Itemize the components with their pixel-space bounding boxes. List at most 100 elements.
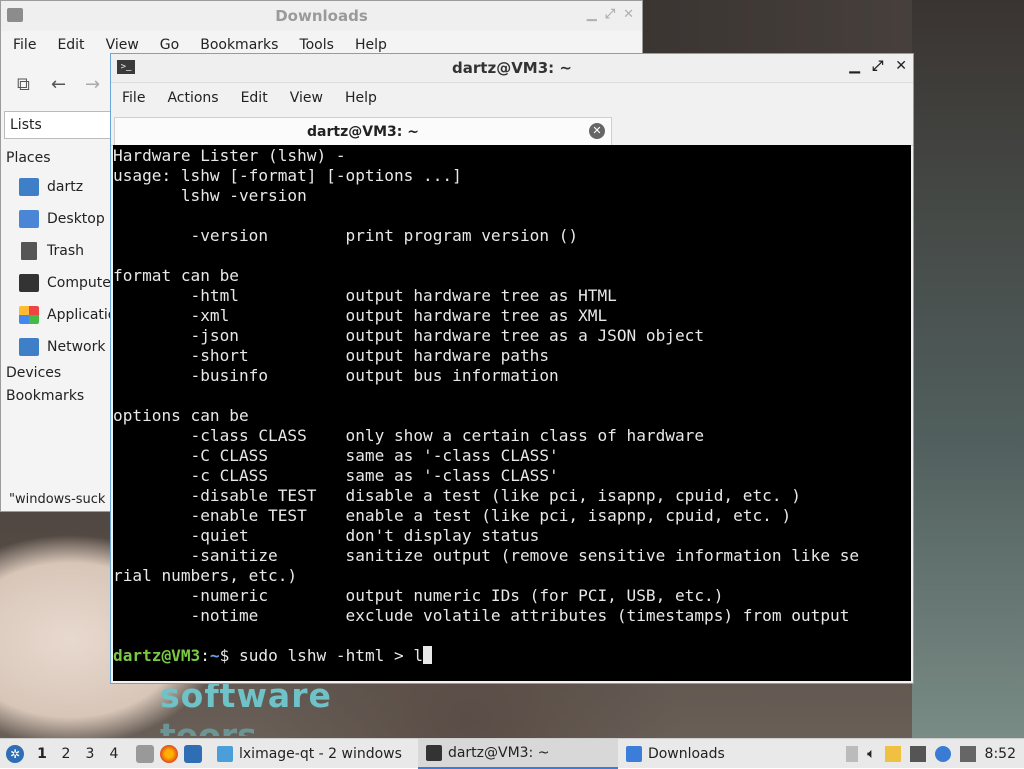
menu-bookmarks[interactable]: Bookmarks — [200, 37, 278, 53]
place-label: Trash — [47, 243, 84, 259]
task-label: Downloads — [647, 745, 725, 762]
prompt-path: ~ — [209, 646, 220, 665]
network-status-icon[interactable] — [909, 745, 926, 762]
terminal-output[interactable]: Hardware Lister (lshw) - usage: lshw [-fo… — [113, 145, 911, 681]
command-input[interactable]: sudo lshw -html > l — [239, 646, 423, 665]
terminal-window: >_ dartz@VM3: ~ ▁ ⤢ ✕ File Actions Edit … — [110, 53, 914, 684]
menu-view[interactable]: View — [290, 90, 323, 106]
menu-help[interactable]: Help — [345, 90, 377, 106]
terminal-output-line: Hardware Lister (lshw) - — [113, 146, 346, 165]
home-folder-icon — [19, 178, 39, 196]
menu-edit[interactable]: Edit — [241, 90, 268, 106]
terminal-output-line: -c CLASS same as '-class CLASS' — [113, 466, 559, 485]
maximize-icon[interactable]: ⤢ — [605, 7, 615, 22]
terminal-output-line: -notime exclude volatile attributes (tim… — [113, 606, 850, 625]
computer-icon — [19, 274, 39, 292]
terminal-output-line: -disable TEST disable a test (like pci, … — [113, 486, 801, 505]
bookmarks-section-label[interactable]: Bookmarks — [6, 388, 84, 404]
terminal-output-line: -version print program version () — [113, 226, 579, 245]
terminal-output-line: -short output hardware paths — [113, 346, 550, 365]
terminal-output-line: format can be — [113, 266, 239, 285]
workspace-1[interactable]: 1 — [30, 746, 54, 762]
folder-icon — [625, 745, 642, 762]
tab-label: dartz@VM3: ~ — [307, 123, 419, 140]
show-desktop-icon[interactable] — [184, 744, 202, 763]
terminal-icon: >_ — [117, 60, 135, 74]
devices-section-label[interactable]: Devices — [6, 365, 61, 381]
clock[interactable]: 8:52 — [985, 746, 1016, 762]
terminal-tab[interactable]: dartz@VM3: ~ ✕ — [114, 117, 612, 145]
task-downloads[interactable]: Downloads — [618, 739, 733, 769]
menu-go[interactable]: Go — [160, 37, 179, 53]
clipboard-icon[interactable] — [884, 745, 901, 762]
file-manager-launcher-icon[interactable] — [136, 744, 154, 763]
terminal-output-line: -html output hardware tree as HTML — [113, 286, 617, 305]
terminal-output-line: -C CLASS same as '-class CLASS' — [113, 446, 559, 465]
desktop-icon — [19, 210, 39, 228]
task-label: lximage-qt - 2 windows — [239, 745, 402, 762]
title-bar[interactable]: Downloads ▁ ⤢ ✕ — [1, 1, 642, 31]
task-terminal[interactable]: dartz@VM3: ~ — [417, 738, 618, 769]
place-item-network[interactable]: Network — [19, 338, 105, 356]
background-text: teors — [160, 716, 257, 736]
close-icon[interactable]: ✕ — [623, 7, 634, 22]
place-item-applications[interactable]: Applicatio — [19, 306, 116, 324]
system-tray: 🔈︎ 8:52 — [846, 745, 1024, 762]
terminal-output-line: -enable TEST enable a test (like pci, is… — [113, 506, 792, 525]
place-label: Network — [47, 339, 106, 355]
volume-icon[interactable]: 🔈︎ — [867, 746, 875, 762]
workspace-2[interactable]: 2 — [54, 746, 78, 762]
task-lximage[interactable]: lximage-qt - 2 windows — [209, 739, 410, 769]
terminal-output-line: rial numbers, etc.) — [113, 566, 298, 585]
menu-bar: File Actions Edit View Help — [111, 83, 913, 113]
minimize-icon[interactable]: ▁ — [587, 7, 597, 22]
workspace-4[interactable]: 4 — [102, 746, 126, 762]
terminal-output-line: usage: lshw [-format] [-options ...] — [113, 166, 462, 185]
tab-bar: dartz@VM3: ~ ✕ — [111, 113, 913, 146]
new-tab-icon[interactable]: ⧉ — [17, 74, 30, 95]
terminal-output-line: -xml output hardware tree as XML — [113, 306, 608, 325]
output-lines: Hardware Lister (lshw) - usage: lshw [-fo… — [113, 146, 911, 646]
workspace-3[interactable]: 3 — [78, 746, 102, 762]
terminal-output-line: -numeric output numeric IDs (for PCI, US… — [113, 586, 724, 605]
firefox-icon[interactable] — [160, 744, 178, 763]
place-item-desktop[interactable]: Desktop — [19, 210, 105, 228]
prompt-user: dartz@VM3 — [113, 646, 201, 665]
place-item-computer[interactable]: Compute — [19, 274, 111, 292]
updates-icon[interactable] — [934, 745, 951, 762]
terminal-output-line: lshw -version — [113, 186, 307, 205]
side-pane-mode-selector[interactable]: Lists — [4, 111, 112, 139]
notification-icon[interactable] — [846, 745, 859, 762]
prompt-separator: : — [200, 646, 210, 665]
menu-help[interactable]: Help — [355, 37, 387, 53]
display-icon[interactable] — [959, 745, 976, 762]
task-label: dartz@VM3: ~ — [447, 744, 550, 761]
place-label: Desktop — [47, 211, 105, 227]
terminal-output-line: -sanitize sanitize output (remove sensit… — [113, 546, 860, 565]
menu-file[interactable]: File — [13, 37, 36, 53]
trash-icon — [21, 242, 37, 260]
main-menu-button[interactable]: ✲ — [0, 739, 30, 769]
minimize-icon[interactable]: ▁ — [849, 58, 860, 74]
place-item-trash[interactable]: Trash — [19, 242, 84, 260]
title-bar[interactable]: >_ dartz@VM3: ~ ▁ ⤢ ✕ — [111, 54, 913, 83]
applications-icon — [19, 306, 39, 324]
menu-view[interactable]: View — [106, 37, 139, 53]
forward-arrow-icon[interactable]: → — [85, 74, 100, 95]
menu-file[interactable]: File — [122, 90, 145, 106]
back-arrow-icon[interactable]: ← — [51, 74, 66, 95]
close-icon[interactable]: ✕ — [895, 58, 907, 74]
menu-tools[interactable]: Tools — [299, 37, 334, 53]
terminal-output-line: -businfo output bus information — [113, 366, 559, 385]
prompt-line: dartz@VM3:~$ sudo lshw -html > l — [113, 646, 911, 666]
close-tab-icon[interactable]: ✕ — [589, 123, 605, 139]
place-label: dartz — [47, 179, 84, 195]
terminal-output-line: -class CLASS only show a certain class o… — [113, 426, 705, 445]
terminal-output-line: -json output hardware tree as a JSON obj… — [113, 326, 705, 345]
place-item-home[interactable]: dartz — [19, 178, 83, 196]
menu-actions[interactable]: Actions — [167, 90, 218, 106]
maximize-icon[interactable]: ⤢ — [872, 58, 883, 74]
menu-edit[interactable]: Edit — [57, 37, 84, 53]
